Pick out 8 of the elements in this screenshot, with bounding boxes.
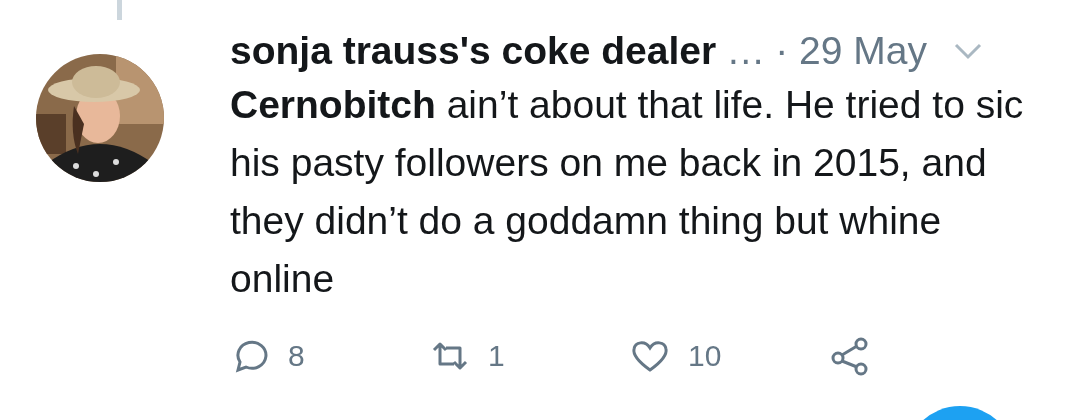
action-count: 8: [288, 339, 305, 373]
share-icon[interactable]: [830, 336, 870, 376]
action-count: 10: [688, 339, 722, 373]
handle: …: [726, 28, 766, 74]
action-count: 1: [488, 339, 505, 373]
author-name[interactable]: sonja trauss's coke dealer: [230, 26, 717, 76]
timestamp: · 29 May: [775, 28, 927, 74]
tweet-text: Cernobitch ain’t about that life. He tried to sic his pasty followers on me back in 2015, and they didn’t do a goddamn thing but whine online: [230, 82, 1025, 302]
